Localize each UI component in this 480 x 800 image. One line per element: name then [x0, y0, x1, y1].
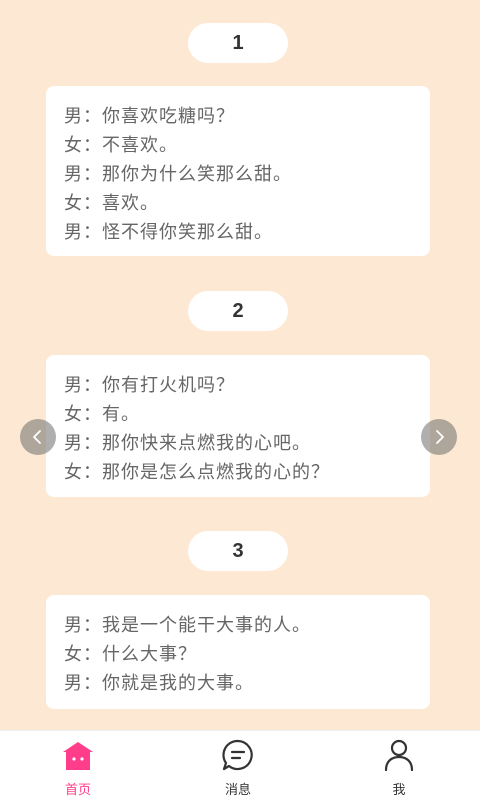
tab-home-label: 首页: [64, 783, 91, 798]
dialogue-line: 男：你就是我的大事。: [64, 673, 254, 694]
dialogue-line: 男：你有打火机吗？: [64, 375, 235, 396]
tab-messages-label: 消息: [224, 783, 251, 798]
user-icon: [381, 737, 417, 773]
tab-me[interactable]: 我: [359, 731, 439, 800]
chevron-left-icon: [33, 430, 41, 444]
dialogue-line: 男：怪不得你笑那么甜。: [64, 222, 273, 243]
prev-button[interactable]: [20, 419, 56, 455]
tab-messages[interactable]: 消息: [198, 731, 278, 800]
dialogue-line: 女：喜欢。: [64, 193, 159, 214]
dialogue-line: 男：我是一个能干大事的人。: [64, 615, 311, 636]
dialogue-card-2: 男：你有打火机吗？ 女：有。 男：那你快来点燃我的心吧。 女：那你是怎么点燃我的…: [46, 355, 430, 497]
dialogue-line: 女：那你是怎么点燃我的心的？: [64, 462, 330, 483]
joke-list[interactable]: 1 男：你喜欢吃糖吗？ 女：不喜欢。 男：那你为什么笑那么甜。 女：喜欢。 男：…: [0, 0, 480, 730]
tab-home[interactable]: 首页: [38, 731, 118, 800]
section-number-2: 2: [188, 291, 288, 331]
dialogue-card-1: 男：你喜欢吃糖吗？ 女：不喜欢。 男：那你为什么笑那么甜。 女：喜欢。 男：怪不…: [46, 86, 430, 256]
dialogue-line: 女：有。: [64, 404, 140, 425]
bottom-tab-bar: 首页 消息 我: [0, 730, 480, 800]
chevron-right-icon: [436, 430, 444, 444]
dialogue-line: 女：什么大事？: [64, 644, 197, 665]
dialogue-line: 男：你喜欢吃糖吗？: [64, 106, 235, 127]
message-icon: [220, 737, 256, 773]
dialogue-card-3: 男：我是一个能干大事的人。 女：什么大事？ 男：你就是我的大事。: [46, 595, 430, 709]
next-button[interactable]: [421, 419, 457, 455]
dialogue-line: 女：不喜欢。: [64, 135, 178, 156]
dialogue-line: 男：那你快来点燃我的心吧。: [64, 433, 311, 454]
section-number-3: 3: [188, 531, 288, 571]
tab-me-label: 我: [392, 783, 406, 798]
home-icon: [60, 737, 96, 773]
section-number-1: 1: [188, 23, 288, 63]
dialogue-line: 男：那你为什么笑那么甜。: [64, 164, 292, 185]
